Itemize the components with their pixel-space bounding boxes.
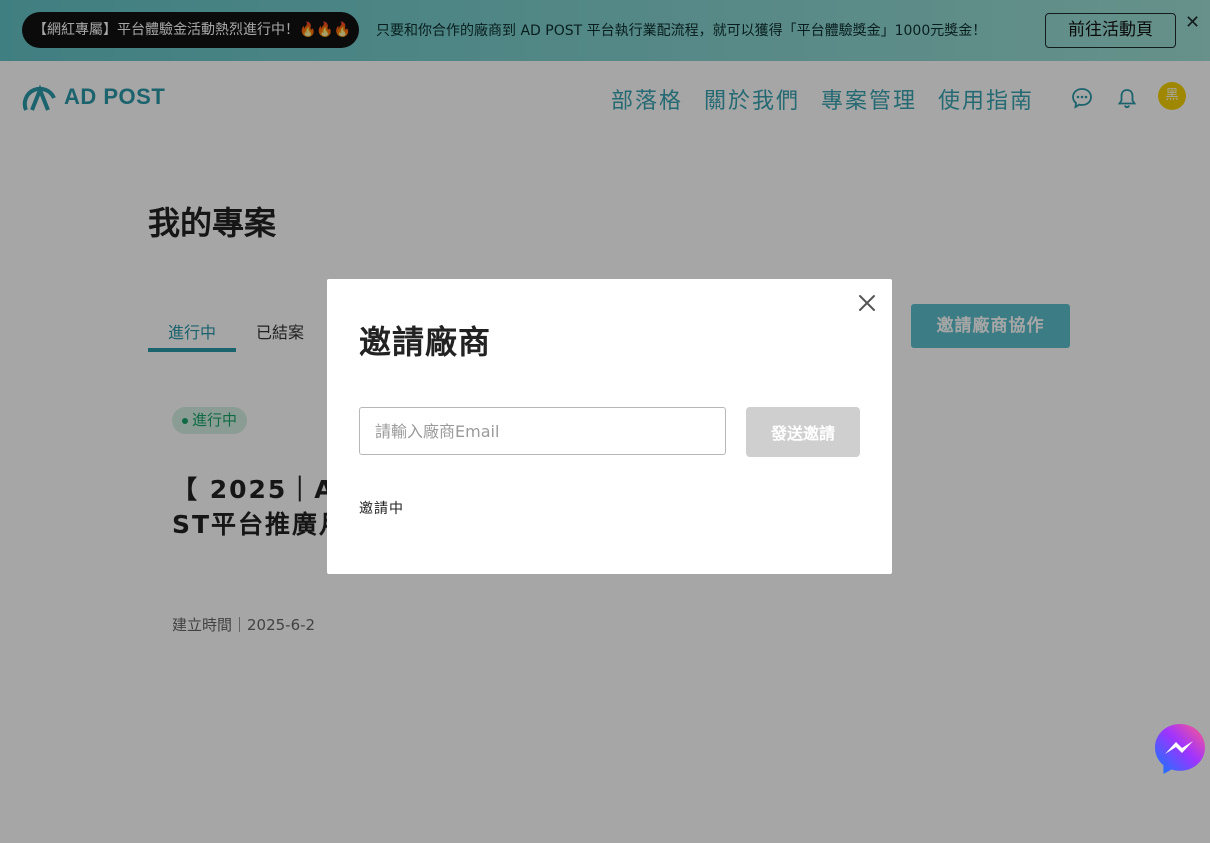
vendor-email-input[interactable] xyxy=(359,407,726,455)
modal-close-icon[interactable] xyxy=(856,292,878,314)
modal-title: 邀請廠商 xyxy=(359,323,492,361)
pending-invites-label: 邀請中 xyxy=(359,501,404,517)
send-invite-button[interactable]: 發送邀請 xyxy=(746,407,860,457)
messenger-icon[interactable] xyxy=(1153,722,1207,776)
invite-vendor-modal: 邀請廠商 發送邀請 邀請中 xyxy=(327,279,892,574)
